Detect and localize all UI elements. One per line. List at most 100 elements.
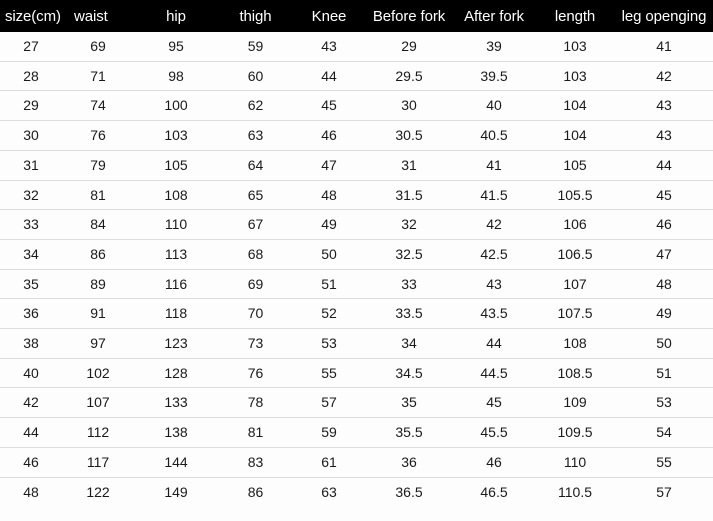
cell-knee: 50 [293,239,365,270]
cell-waist: 122 [62,477,134,507]
table-row: 46 117 144 83 61 36 46 110 55 [0,447,713,478]
cell-hip: 128 [134,358,218,389]
table-row: 36 91 118 70 52 33.5 43.5 107.5 49 [0,298,713,330]
column-header-knee: Knee [293,0,365,32]
cell-before-fork: 32 [365,209,453,240]
cell-after-fork: 46 [453,447,535,478]
table-row: 33 84 110 67 49 32 42 106 46 [0,209,713,240]
cell-length: 110 [535,447,615,478]
cell-thigh: 69 [218,269,293,300]
cell-size: 27 [0,32,62,62]
cell-length: 109 [535,387,615,419]
cell-knee: 43 [293,32,365,62]
cell-leg-opening: 43 [615,120,713,151]
cell-leg-opening: 46 [615,209,713,240]
cell-size: 29 [0,90,62,122]
cell-before-fork: 34.5 [365,358,453,389]
cell-before-fork: 35.5 [365,417,453,448]
cell-leg-opening: 53 [615,387,713,419]
cell-waist: 69 [62,32,134,62]
cell-thigh: 73 [218,328,293,359]
cell-length: 109.5 [535,417,615,448]
cell-size: 44 [0,417,62,448]
cell-hip: 103 [134,120,218,151]
cell-knee: 48 [293,180,365,211]
cell-waist: 107 [62,387,134,419]
cell-leg-opening: 57 [615,477,713,507]
table-row: 40 102 128 76 55 34.5 44.5 108.5 51 [0,358,713,389]
size-chart-table: size(cm) waist hip thigh Knee Before for… [0,0,713,507]
cell-before-fork: 33.5 [365,298,453,330]
cell-hip: 138 [134,417,218,448]
table-row: 44 112 138 81 59 35.5 45.5 109.5 54 [0,417,713,448]
cell-size: 48 [0,477,62,507]
cell-thigh: 81 [218,417,293,448]
cell-knee: 52 [293,298,365,330]
cell-waist: 74 [62,90,134,122]
cell-waist: 117 [62,447,134,478]
cell-knee: 49 [293,209,365,240]
column-header-size: size(cm) [0,0,62,32]
cell-after-fork: 42.5 [453,239,535,270]
cell-thigh: 59 [218,32,293,62]
cell-size: 28 [0,61,62,92]
cell-leg-opening: 48 [615,269,713,300]
cell-leg-opening: 45 [615,180,713,211]
cell-hip: 98 [134,61,218,92]
cell-after-fork: 43.5 [453,298,535,330]
cell-thigh: 76 [218,358,293,389]
table-body: 27 69 95 59 43 29 39 103 41 28 71 98 60 44 29.5 39.5 103… [0,32,713,507]
cell-before-fork: 36.5 [365,477,453,507]
cell-hip: 116 [134,269,218,300]
cell-hip: 95 [134,32,218,62]
cell-waist: 71 [62,61,134,92]
cell-thigh: 70 [218,298,293,330]
cell-length: 104 [535,90,615,122]
column-header-after-fork: After fork [453,0,535,32]
cell-after-fork: 39.5 [453,61,535,92]
cell-knee: 53 [293,328,365,359]
cell-leg-opening: 50 [615,328,713,359]
cell-thigh: 60 [218,61,293,92]
cell-leg-opening: 42 [615,61,713,92]
cell-waist: 89 [62,269,134,300]
cell-length: 107.5 [535,298,615,330]
cell-after-fork: 44.5 [453,358,535,389]
table-row: 28 71 98 60 44 29.5 39.5 103 42 [0,61,713,92]
size-chart-container: size(cm) waist hip thigh Knee Before for… [0,0,713,521]
cell-hip: 105 [134,150,218,181]
cell-before-fork: 29 [365,32,453,62]
cell-before-fork: 35 [365,387,453,419]
cell-size: 30 [0,120,62,151]
table-row: 27 69 95 59 43 29 39 103 41 [0,32,713,62]
cell-knee: 45 [293,90,365,122]
table-row: 42 107 133 78 57 35 45 109 53 [0,387,713,419]
cell-after-fork: 45.5 [453,417,535,448]
cell-waist: 86 [62,239,134,270]
table-row: 29 74 100 62 45 30 40 104 43 [0,90,713,122]
cell-knee: 57 [293,387,365,419]
cell-size: 34 [0,239,62,270]
cell-knee: 47 [293,150,365,181]
cell-hip: 118 [134,298,218,330]
column-header-waist: waist [62,0,134,32]
cell-waist: 102 [62,358,134,389]
cell-size: 36 [0,298,62,330]
cell-after-fork: 42 [453,209,535,240]
cell-before-fork: 29.5 [365,61,453,92]
cell-before-fork: 31 [365,150,453,181]
cell-before-fork: 30.5 [365,120,453,151]
cell-thigh: 78 [218,387,293,419]
table-row: 32 81 108 65 48 31.5 41.5 105.5 45 [0,180,713,211]
cell-length: 104 [535,120,615,151]
cell-length: 103 [535,61,615,92]
cell-length: 106.5 [535,239,615,270]
cell-after-fork: 41.5 [453,180,535,211]
cell-knee: 61 [293,447,365,478]
cell-thigh: 64 [218,150,293,181]
table-row: 31 79 105 64 47 31 41 105 44 [0,150,713,181]
cell-size: 33 [0,209,62,240]
cell-thigh: 65 [218,180,293,211]
cell-length: 105.5 [535,180,615,211]
cell-waist: 81 [62,180,134,211]
